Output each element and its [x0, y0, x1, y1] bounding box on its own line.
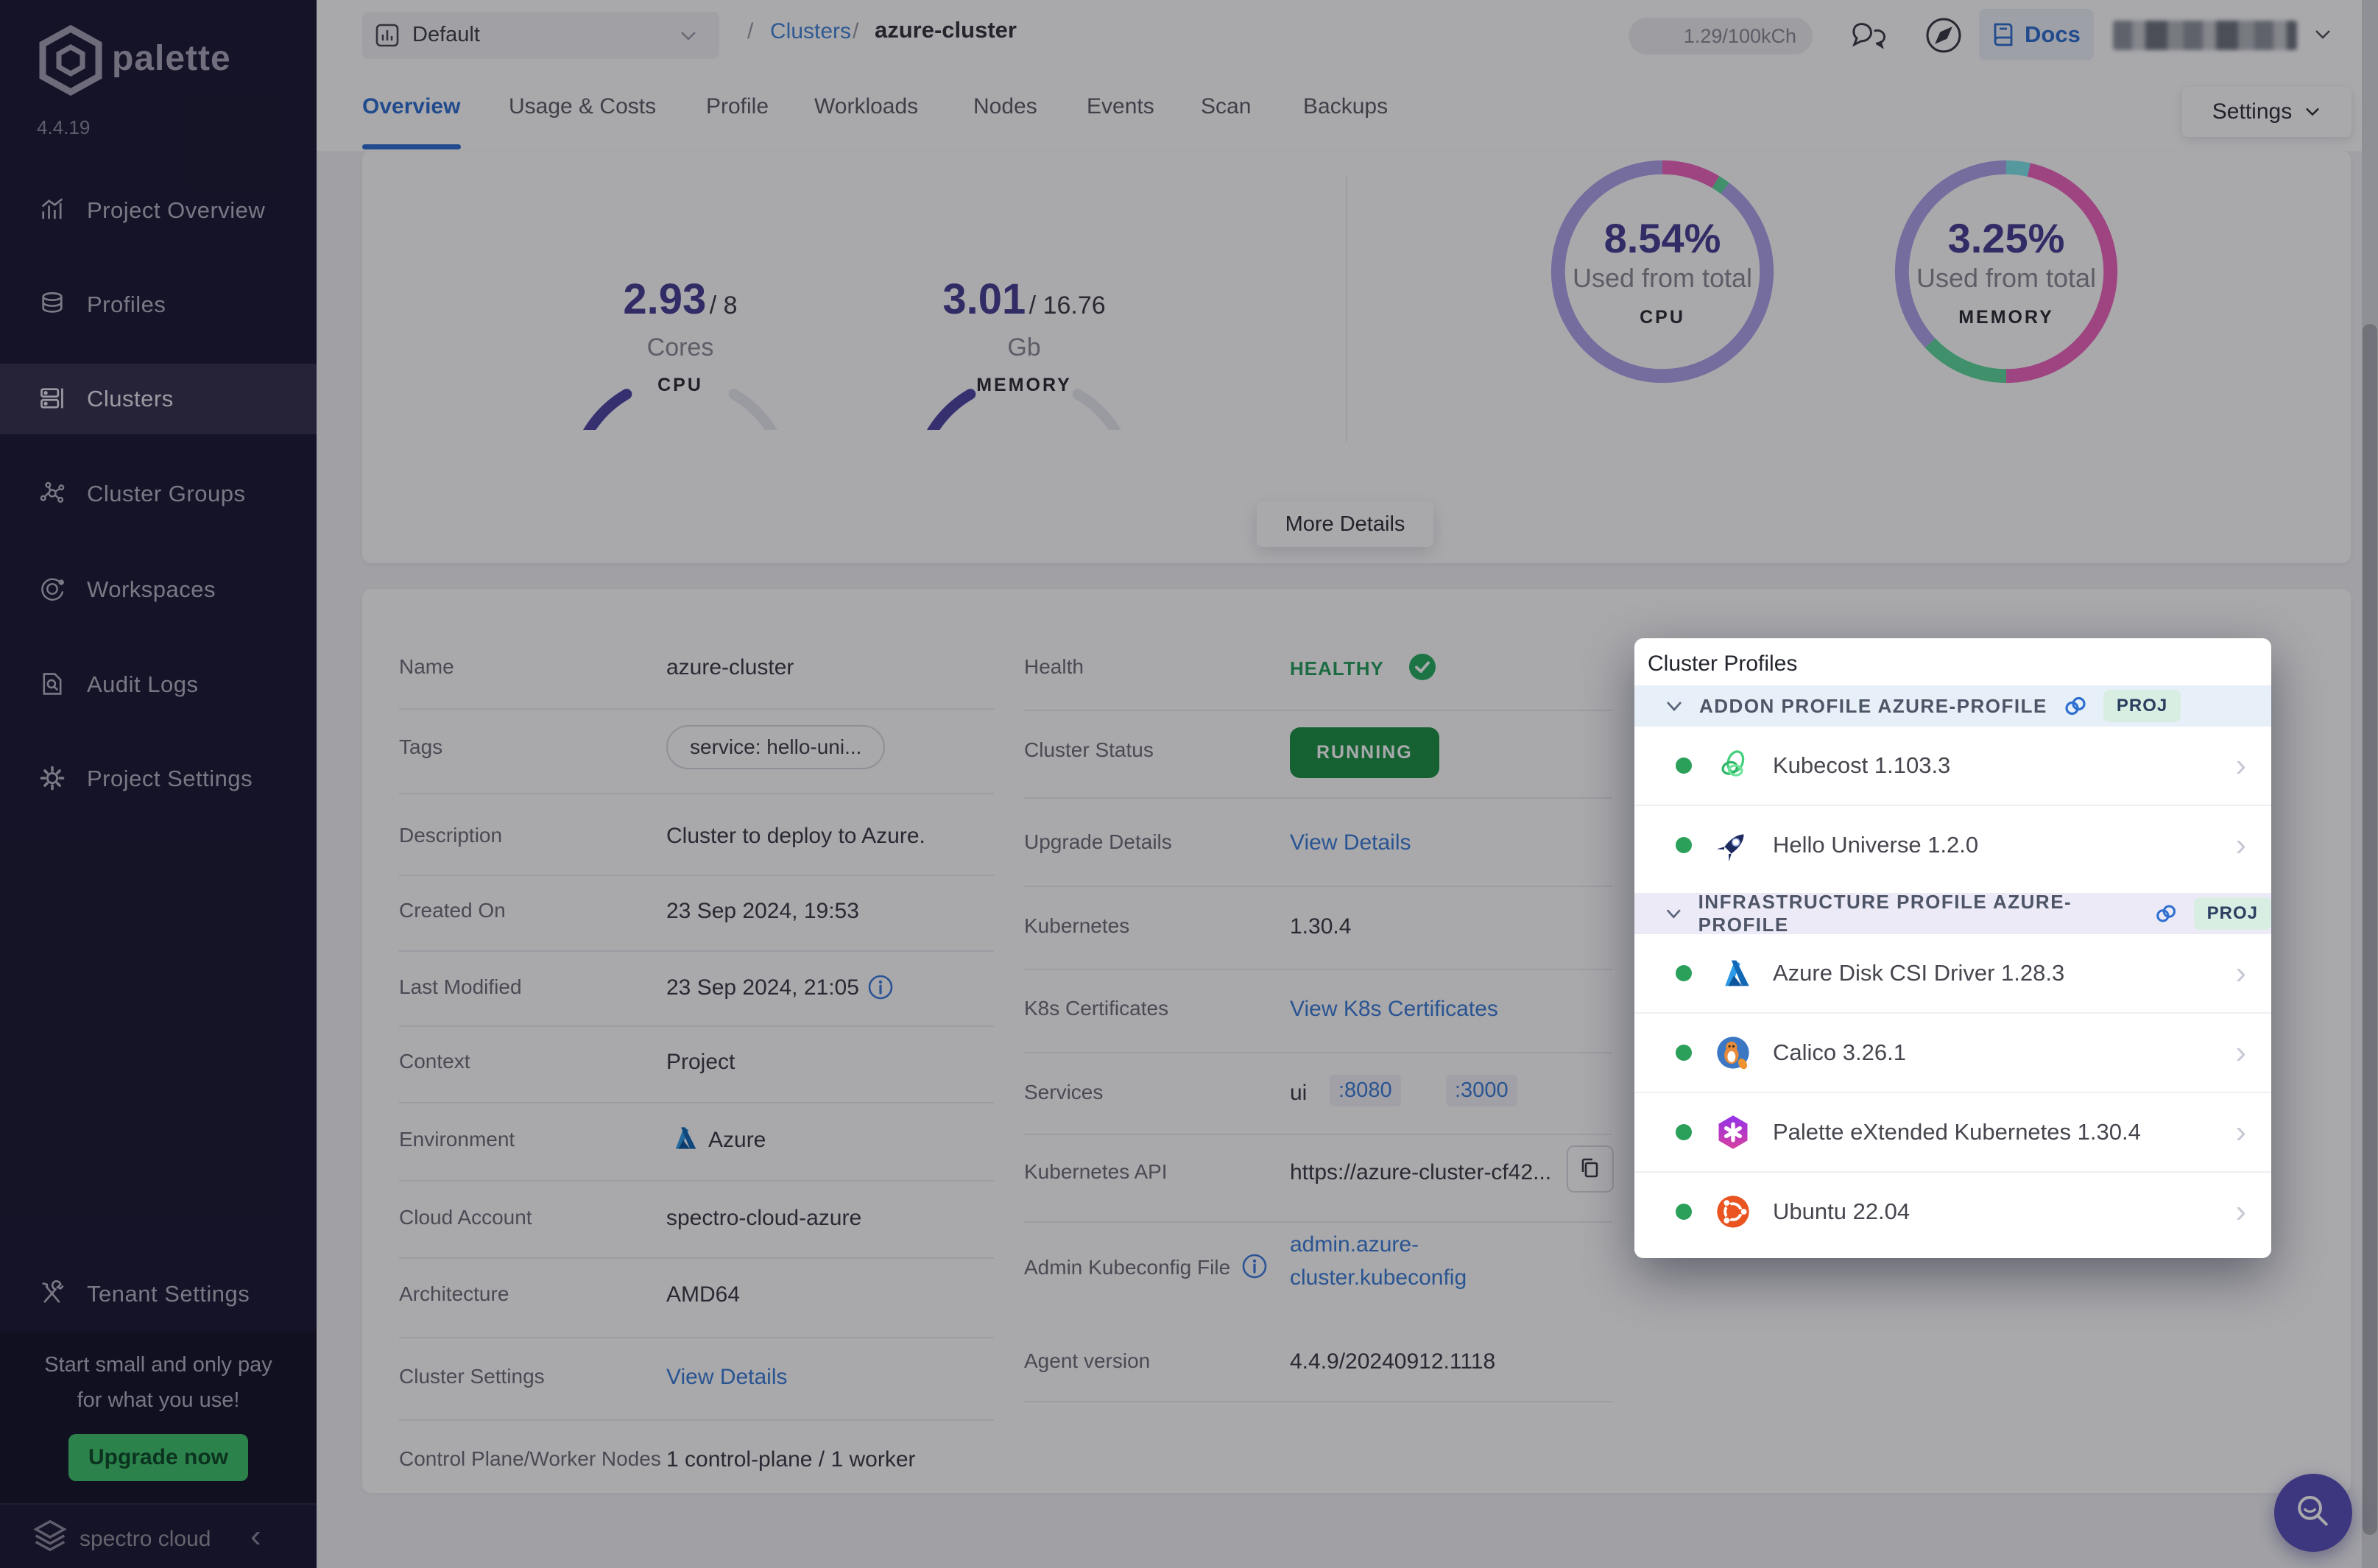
panel-title: Cluster Profiles [1634, 638, 2271, 685]
chevron-right-icon: › [2235, 1116, 2246, 1148]
link-icon [2062, 693, 2089, 719]
calico-icon [1714, 1034, 1752, 1072]
kubecost-icon [1714, 746, 1752, 785]
chevron-right-icon: › [2235, 1196, 2246, 1228]
azure-icon [1714, 954, 1752, 992]
section-header-label: ADDON PROFILE AZURE-PROFILE [1699, 695, 2047, 718]
chevron-down-icon [1664, 906, 1684, 921]
status-dot [1676, 757, 1692, 774]
profile-item-kubecost[interactable]: Kubecost 1.103.3 › [1634, 727, 2271, 805]
status-dot [1676, 837, 1692, 853]
status-dot [1676, 1124, 1692, 1140]
profile-item-hello-universe[interactable]: Hello Universe 1.2.0 › [1634, 805, 2271, 884]
chevron-right-icon: › [2235, 829, 2246, 861]
section-header-label: INFRASTRUCTURE PROFILE AZURE-PROFILE [1698, 891, 2139, 936]
profile-item-label: Calico 3.26.1 [1773, 1039, 1906, 1066]
chevron-right-icon: › [2235, 1036, 2246, 1069]
profile-item-label: Kubecost 1.103.3 [1773, 752, 1950, 779]
infrastructure-profile-header[interactable]: INFRASTRUCTURE PROFILE AZURE-PROFILE PRO… [1634, 893, 2271, 934]
profile-item-label: Ubuntu 22.04 [1773, 1198, 1910, 1225]
proj-badge: PROJ [2103, 690, 2181, 722]
proj-badge: PROJ [2194, 897, 2271, 930]
status-dot [1676, 1204, 1692, 1220]
link-icon [2153, 900, 2178, 927]
chevron-down-icon [1664, 699, 1684, 713]
chevron-right-icon: › [2235, 957, 2246, 989]
palette-console: palette 4.4.19 Project Overview Profiles… [0, 0, 2378, 1568]
addon-profile-header[interactable]: ADDON PROFILE AZURE-PROFILE PROJ [1634, 685, 2271, 727]
ubuntu-icon [1714, 1193, 1752, 1231]
profile-item-azure-disk-csi[interactable]: Azure Disk CSI Driver 1.28.3 › [1634, 934, 2271, 1012]
profile-item-palette-extended-k8s[interactable]: Palette eXtended Kubernetes 1.30.4 › [1634, 1092, 2271, 1171]
profile-item-label: Azure Disk CSI Driver 1.28.3 [1773, 960, 2064, 986]
status-dot [1676, 965, 1692, 981]
profile-item-label: Hello Universe 1.2.0 [1773, 832, 1978, 858]
profile-item-calico[interactable]: Calico 3.26.1 › [1634, 1012, 2271, 1092]
status-dot [1676, 1045, 1692, 1061]
profile-item-label: Palette eXtended Kubernetes 1.30.4 [1773, 1119, 2141, 1145]
pxk-icon [1714, 1113, 1752, 1151]
cluster-profiles-panel: Cluster Profiles ADDON PROFILE AZURE-PRO… [1634, 638, 2271, 1258]
chevron-right-icon: › [2235, 749, 2246, 782]
hello-universe-icon [1714, 826, 1752, 864]
profile-item-ubuntu[interactable]: Ubuntu 22.04 › [1634, 1171, 2271, 1251]
